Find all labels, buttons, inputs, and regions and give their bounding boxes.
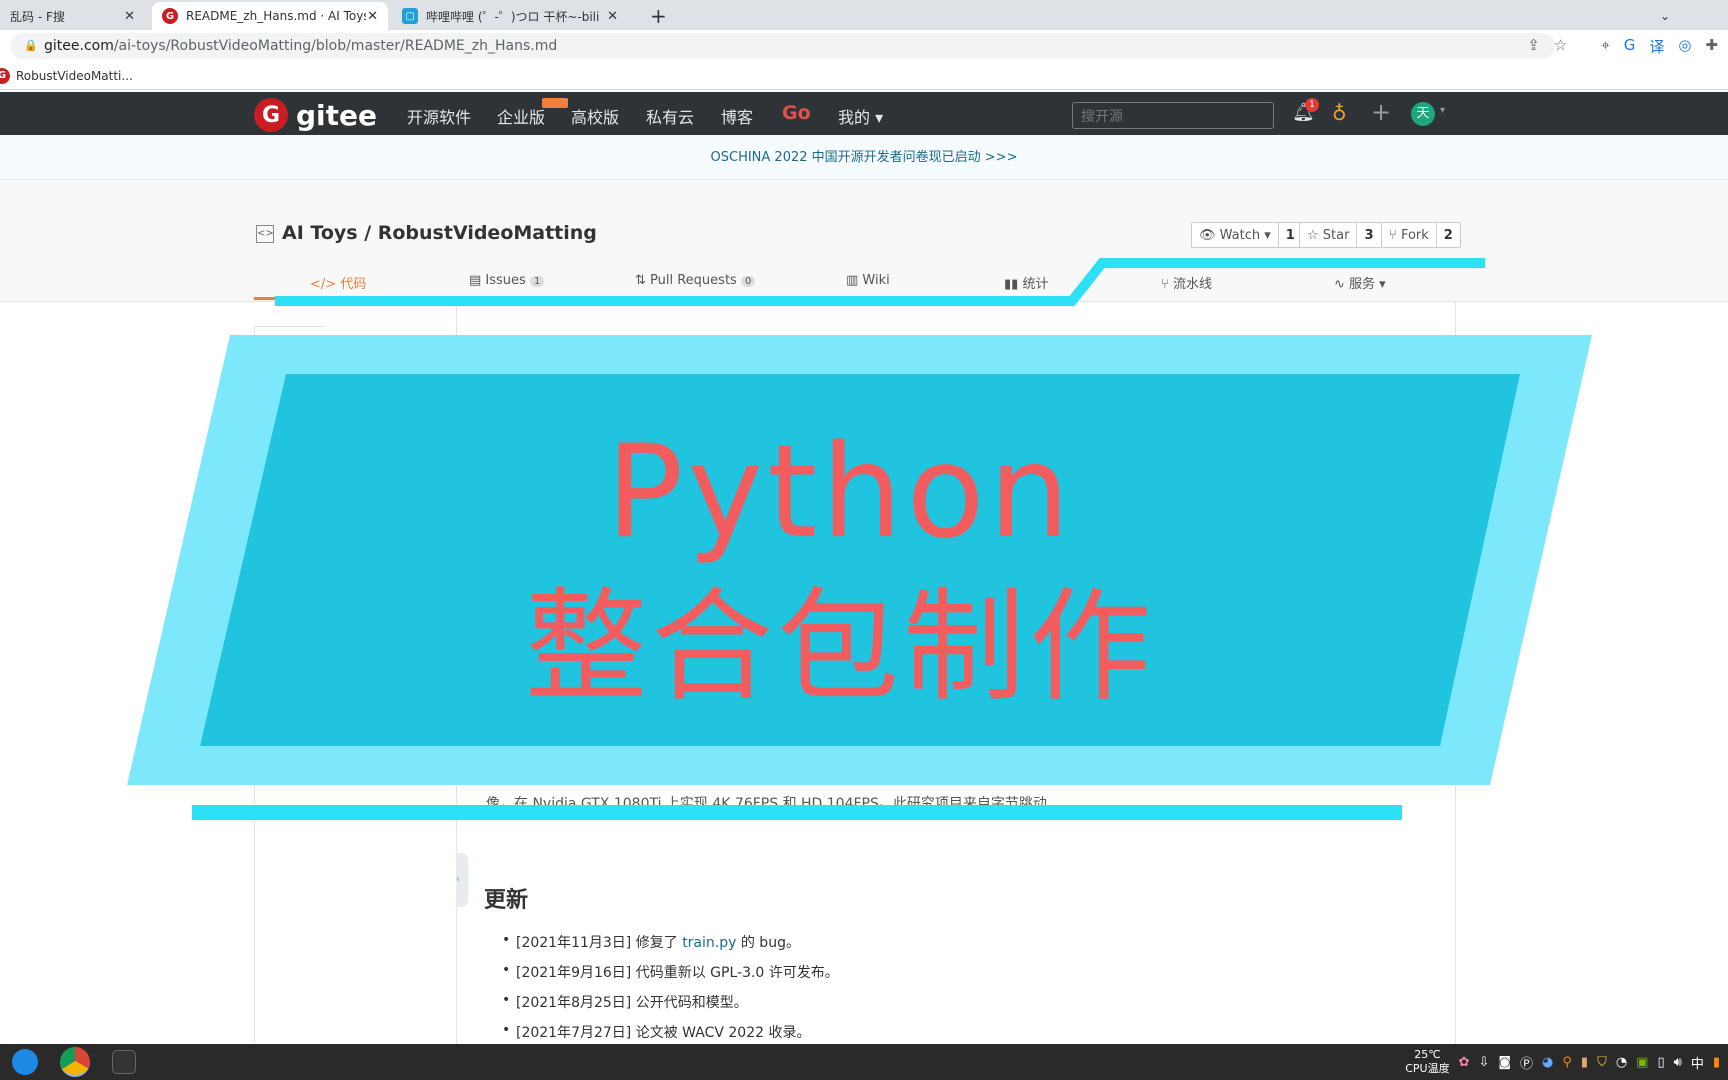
nvidia-icon[interactable]: ▣ [1636, 1055, 1648, 1070]
start-button[interactable] [12, 1049, 38, 1075]
shield-icon[interactable]: ⛉ [1597, 1055, 1607, 1070]
drive-icon[interactable]: ▯ [1657, 1055, 1664, 1070]
cpu-temp: 25℃ CPU温度 [1405, 1048, 1450, 1075]
overlay-accent-bar [192, 805, 1402, 820]
camera-icon[interactable]: ◙ [1498, 1055, 1511, 1070]
davinci-taskbar-icon[interactable] [112, 1050, 136, 1074]
overlay-title-subtitle: 整合包制作 [525, 576, 1155, 718]
sakura-icon[interactable]: ✿ [1459, 1055, 1470, 1070]
p-icon[interactable]: Ⓟ [1520, 1053, 1533, 1072]
ime-indicator[interactable]: 中 [1691, 1053, 1704, 1072]
steam-icon[interactable]: ◕ [1542, 1055, 1553, 1070]
chrome-taskbar-icon[interactable] [60, 1047, 90, 1077]
network-icon[interactable]: ◔ [1616, 1055, 1627, 1070]
overlay-accent-line [275, 258, 1485, 306]
volume-icon[interactable]: 🔊︎ [1674, 1055, 1682, 1070]
taskbar: 25℃ CPU温度 ✿ ⇩ ◙ Ⓟ ◕ ⚲ ▮ ⛉ ◔ ▣ ▯ 🔊︎ 中 ▮ [0, 1044, 1728, 1080]
usb-icon[interactable]: ▮ [1581, 1055, 1588, 1070]
overlay-title-python: Python [606, 418, 1074, 567]
search-tool-icon[interactable]: ⚲ [1562, 1055, 1572, 1070]
notification-icon[interactable]: ▮ [1713, 1055, 1720, 1070]
download-icon[interactable]: ⇩ [1478, 1055, 1489, 1070]
